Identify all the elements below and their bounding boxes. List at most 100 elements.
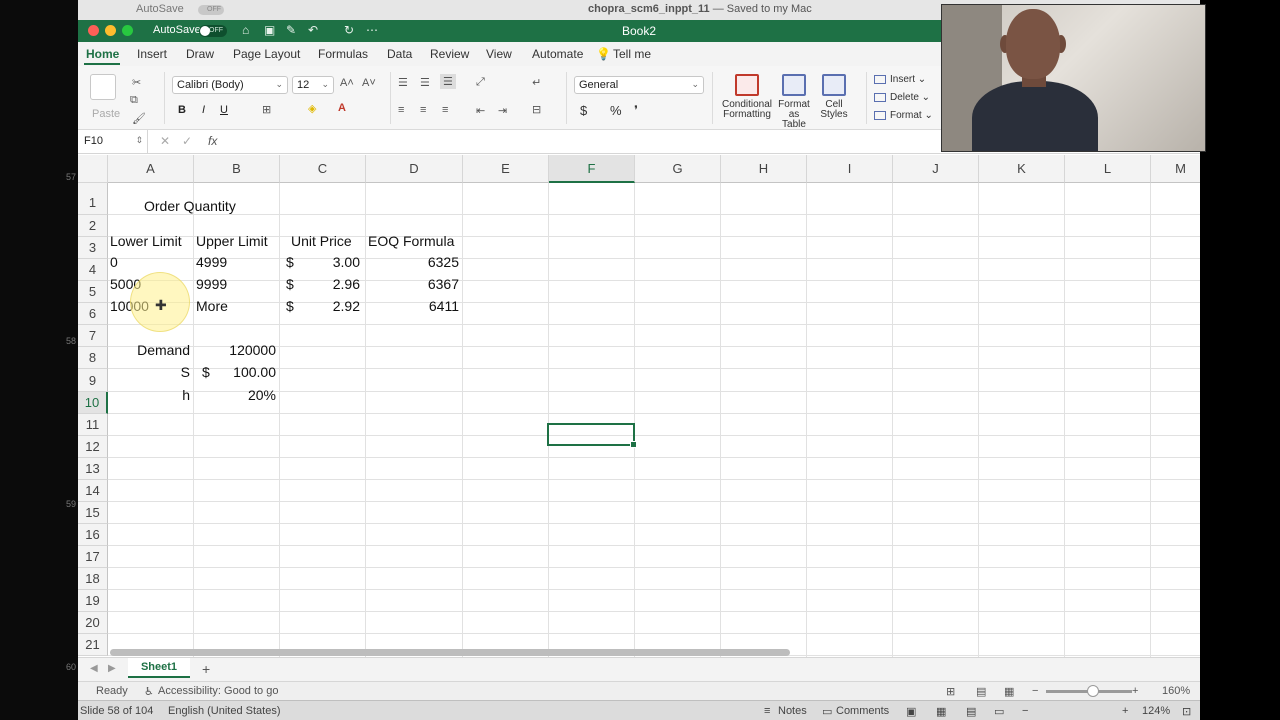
cell-order-quantity[interactable]: Order Quantity xyxy=(144,198,236,214)
merge-center-icon[interactable]: ⊟ xyxy=(532,103,541,116)
cell-styles-button[interactable]: Cell Styles xyxy=(818,74,850,120)
tab-page-layout[interactable]: Page Layout xyxy=(233,47,300,61)
underline-button[interactable]: U xyxy=(220,104,228,116)
cell-b8[interactable]: 100.00 xyxy=(218,364,276,380)
number-format-select[interactable]: General ⌄ xyxy=(574,76,704,94)
spreadsheet-grid[interactable]: ABCDEFGHIJKLM 1 2 3 4 5 6 7 8 9 10 11 12 13 14 15 16 17 1… xyxy=(78,155,1200,657)
close-window-button[interactable] xyxy=(88,25,99,36)
column-header-l[interactable]: L xyxy=(1065,155,1151,183)
edit-icon[interactable]: ✎ xyxy=(286,23,296,37)
row-header-2[interactable]: 2 xyxy=(78,215,108,237)
host-normal-view-icon[interactable]: ▣ xyxy=(906,705,916,718)
row-header-9[interactable]: 9 xyxy=(78,369,108,392)
align-middle-icon[interactable]: ☰ xyxy=(420,76,430,89)
column-header-a[interactable]: A xyxy=(108,155,194,183)
host-sorter-view-icon[interactable]: ▦ xyxy=(936,705,946,718)
cell-b3[interactable]: 4999 xyxy=(196,254,227,270)
cell-b5[interactable]: More xyxy=(196,298,228,314)
cell-d4[interactable]: 6367 xyxy=(378,276,459,292)
column-header-b[interactable]: B xyxy=(194,155,280,183)
host-comments-icon[interactable]: ▭ xyxy=(822,705,832,718)
home-icon[interactable]: ⌂ xyxy=(242,23,249,37)
align-bottom-icon[interactable]: ☰ xyxy=(440,74,456,89)
redo-icon[interactable]: ↻ xyxy=(344,23,354,37)
cell-c4[interactable]: 2.96 xyxy=(312,276,360,292)
row-header-11[interactable]: 11 xyxy=(78,414,108,436)
cell-c5[interactable]: 2.92 xyxy=(312,298,360,314)
add-sheet-button[interactable]: + xyxy=(202,661,210,677)
cell-c3[interactable]: 3.00 xyxy=(312,254,360,270)
row-header-14[interactable]: 14 xyxy=(78,480,108,502)
cell-c4-currency[interactable]: $ xyxy=(286,276,294,292)
comma-style-icon[interactable]: ❜ xyxy=(634,103,638,117)
row-header-13[interactable]: 13 xyxy=(78,458,108,480)
wrap-text-icon[interactable]: ↵ xyxy=(532,76,541,89)
align-left-icon[interactable]: ≡ xyxy=(398,104,404,116)
tab-formulas[interactable]: Formulas xyxy=(318,47,368,61)
insert-cells-button[interactable]: Insert ⌄ xyxy=(874,74,926,85)
cell-a9[interactable]: h xyxy=(108,387,190,403)
increase-indent-icon[interactable]: ⇥ xyxy=(498,104,507,117)
cell-a8[interactable]: S xyxy=(108,364,190,380)
column-header-f[interactable]: F xyxy=(549,155,635,183)
host-slideshow-icon[interactable]: ▭ xyxy=(994,705,1004,718)
column-header-d[interactable]: D xyxy=(366,155,463,183)
insert-function-button[interactable]: fx xyxy=(208,134,217,148)
row-header-5[interactable]: 5 xyxy=(78,281,108,303)
cell-a2[interactable]: Lower Limit xyxy=(110,233,182,249)
row-header-10[interactable]: 10 xyxy=(78,392,108,414)
row-header-12[interactable]: 12 xyxy=(78,436,108,458)
host-zoom-out-icon[interactable]: − xyxy=(1022,705,1028,717)
zoom-level[interactable]: 160% xyxy=(1162,685,1190,697)
column-header-c[interactable]: C xyxy=(280,155,366,183)
cell-d5[interactable]: 6411 xyxy=(378,298,459,314)
column-header-i[interactable]: I xyxy=(807,155,893,183)
decrease-font-icon[interactable]: A˅ xyxy=(362,77,376,89)
host-notes-icon[interactable]: ≡ xyxy=(764,705,770,717)
row-header-16[interactable]: 16 xyxy=(78,524,108,546)
align-top-icon[interactable]: ☰ xyxy=(398,76,408,89)
save-icon[interactable]: ▣ xyxy=(264,23,275,37)
row-header-4[interactable]: 4 xyxy=(78,259,108,281)
conditional-formatting-button[interactable]: Conditional Formatting xyxy=(720,74,774,120)
percent-format-button[interactable]: % xyxy=(610,103,622,118)
row-header-18[interactable]: 18 xyxy=(78,568,108,590)
tab-draw[interactable]: Draw xyxy=(186,47,214,61)
host-comments-button[interactable]: Comments xyxy=(836,705,889,717)
format-as-table-button[interactable]: Format as Table xyxy=(776,74,812,130)
row-header-3[interactable]: 3 xyxy=(78,237,108,259)
format-painter-icon[interactable]: 🖌 xyxy=(132,112,146,125)
borders-icon[interactable]: ⊞ xyxy=(262,103,271,116)
cell-c5-currency[interactable]: $ xyxy=(286,298,294,314)
font-name-select[interactable]: Calibri (Body) ⌄ xyxy=(172,76,288,94)
align-right-icon[interactable]: ≡ xyxy=(442,104,448,116)
row-header-17[interactable]: 17 xyxy=(78,546,108,568)
minimize-window-button[interactable] xyxy=(105,25,116,36)
column-header-g[interactable]: G xyxy=(635,155,721,183)
next-sheet-icon[interactable]: ▶ xyxy=(108,663,116,674)
bold-button[interactable]: B xyxy=(178,104,186,116)
italic-button[interactable]: I xyxy=(202,104,205,116)
cut-icon[interactable]: ✂ xyxy=(132,76,141,89)
cell-b9[interactable]: 20% xyxy=(194,387,276,403)
delete-cells-button[interactable]: Delete ⌄ xyxy=(874,92,930,103)
tab-home[interactable]: Home xyxy=(86,47,119,61)
host-fit-icon[interactable]: ⊡ xyxy=(1182,705,1191,718)
host-reading-view-icon[interactable]: ▤ xyxy=(966,705,976,718)
name-box[interactable]: F10 ⇕ xyxy=(78,130,148,153)
paste-button[interactable]: Paste xyxy=(92,108,120,120)
host-zoom-in-icon[interactable]: + xyxy=(1122,705,1128,717)
host-language[interactable]: English (United States) xyxy=(168,705,281,717)
zoom-in-icon[interactable]: + xyxy=(1132,685,1138,697)
status-accessibility[interactable]: Accessibility: Good to go xyxy=(158,685,278,697)
tab-view[interactable]: View xyxy=(486,47,512,61)
undo-icon[interactable]: ↶ xyxy=(308,23,318,37)
column-header-j[interactable]: J xyxy=(893,155,979,183)
host-zoom-level[interactable]: 124% xyxy=(1142,705,1170,717)
zoom-slider-handle[interactable] xyxy=(1087,685,1099,697)
decrease-indent-icon[interactable]: ⇤ xyxy=(476,104,485,117)
cell-b8-currency[interactable]: $ xyxy=(202,364,210,380)
more-icon[interactable]: ⋯ xyxy=(366,23,378,37)
cell-d3[interactable]: 6325 xyxy=(378,254,459,270)
host-autosave-toggle[interactable]: OFF xyxy=(198,5,224,15)
